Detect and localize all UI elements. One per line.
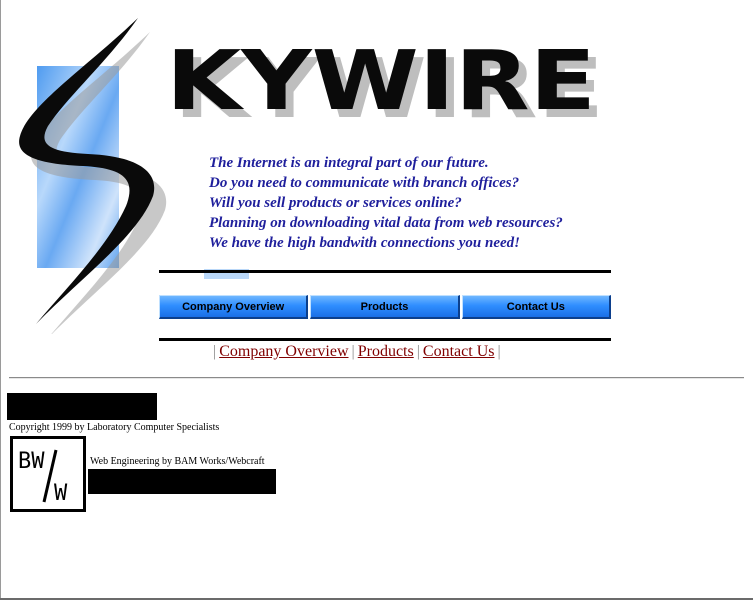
- nav-separator: |: [213, 343, 217, 360]
- tagline-line: We have the high bandwith connections yo…: [209, 235, 521, 251]
- divider-middle: [159, 338, 611, 341]
- nav-separator: |: [351, 343, 355, 360]
- redacted-block: [7, 393, 157, 420]
- tagline: The Internet is an integral part of our …: [209, 153, 563, 253]
- copyright-text: Copyright 1999 by Laboratory Computer Sp…: [9, 422, 220, 433]
- company-overview-link[interactable]: Company Overview: [219, 343, 348, 360]
- products-button[interactable]: Products: [310, 295, 460, 319]
- horizontal-rule: [9, 377, 744, 379]
- divider-top: [159, 270, 611, 273]
- svg-text:W: W: [54, 481, 68, 506]
- redacted-block: [88, 469, 276, 494]
- tagline-line: Planning on downloading vital data from …: [209, 215, 563, 231]
- web-engineering-credit: Web Engineering by BAM Works/Webcraft: [90, 456, 265, 467]
- tagline-line: The Internet is an integral part of our …: [209, 155, 489, 171]
- window-border-left: [0, 0, 1, 600]
- text-nav: | Company Overview | Products | Contact Us |: [210, 343, 504, 361]
- bam-works-icon[interactable]: BW W: [10, 436, 86, 512]
- svg-text:BW: BW: [18, 449, 45, 474]
- tagline-line: Do you need to communicate with branch o…: [209, 175, 520, 191]
- products-link[interactable]: Products: [358, 343, 414, 360]
- nav-separator: |: [416, 343, 420, 360]
- contact-us-link[interactable]: Contact Us: [423, 343, 495, 360]
- tagline-line: Will you sell products or services onlin…: [209, 195, 462, 211]
- company-overview-button[interactable]: Company Overview: [159, 295, 309, 319]
- logo-text: KYWIRE: [166, 34, 596, 129]
- nav-separator: |: [497, 343, 501, 360]
- nav-button-bar: Company Overview Products Contact Us: [159, 295, 611, 319]
- contact-us-button[interactable]: Contact Us: [461, 295, 611, 319]
